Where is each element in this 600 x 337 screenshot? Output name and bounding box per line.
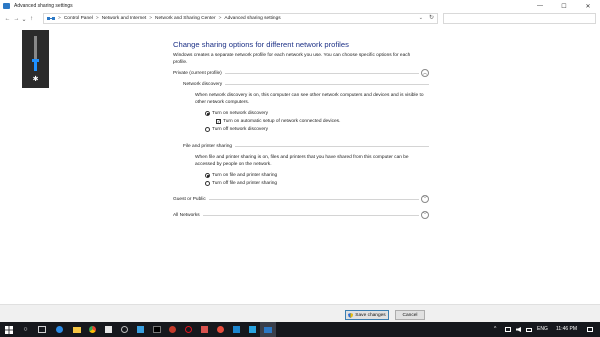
app-icon[interactable]: [136, 325, 145, 334]
app-icon[interactable]: [168, 325, 177, 334]
terminal-icon[interactable]: [152, 325, 161, 334]
auto-setup-label: Turn on automatic setup of network conne…: [223, 119, 341, 124]
network-tray-icon[interactable]: [503, 325, 512, 334]
breadcrumb-separator: >: [218, 16, 222, 21]
file-sharing-on-radio[interactable]: [205, 173, 210, 178]
breadcrumb-control-panel[interactable]: Control Panel: [64, 16, 93, 21]
speaker-icon[interactable]: ✱: [32, 76, 39, 83]
store-icon[interactable]: [104, 325, 113, 334]
language-indicator[interactable]: ENG: [537, 326, 548, 332]
taskbar: ○ ^ ENG 11:46 PM: [0, 322, 600, 337]
network-discovery-label: Network discovery: [183, 81, 223, 87]
volume-slider[interactable]: [32, 36, 39, 71]
guest-profile-header[interactable]: Guest or Public ﹀: [173, 194, 429, 204]
volume-fill: [34, 60, 37, 71]
file-explorer-icon[interactable]: [72, 325, 81, 334]
page-description: Windows creates a separate network profi…: [173, 53, 411, 65]
guest-profile-label: Guest or Public: [173, 196, 206, 202]
network-discovery-off-option[interactable]: Turn off network discovery: [205, 127, 268, 132]
control-panel-taskbar-icon[interactable]: [263, 325, 272, 334]
task-view-icon[interactable]: [37, 325, 46, 334]
up-button[interactable]: ↑: [27, 15, 36, 24]
breadcrumb-sharing-center[interactable]: Network and Sharing Center: [155, 16, 216, 21]
auto-setup-option[interactable]: ✓ Turn on automatic setup of network con…: [216, 119, 340, 124]
chevron-down-icon[interactable]: ﹀: [421, 195, 429, 203]
volume-tray-icon[interactable]: [514, 325, 523, 334]
private-profile-label: Private (current profile): [173, 70, 222, 76]
breadcrumb-advanced-sharing[interactable]: Advanced sharing settings: [224, 16, 280, 21]
chrome-icon[interactable]: [88, 325, 97, 334]
network-discovery-off-label: Turn off network discovery: [212, 127, 268, 132]
main-content: Change sharing options for different net…: [173, 40, 433, 66]
divider: [235, 145, 429, 147]
file-sharing-on-label: Turn on file and printer sharing: [212, 173, 278, 178]
control-panel-icon: [3, 3, 10, 9]
search-icon[interactable]: ○: [21, 325, 30, 334]
address-dropdown-icon[interactable]: ⌄: [419, 15, 423, 21]
divider: [208, 198, 419, 200]
breadcrumb-separator: >: [149, 16, 153, 21]
breadcrumb-separator: >: [58, 16, 61, 21]
private-profile-header[interactable]: Private (current profile) ︿: [173, 68, 429, 78]
volume-thumb[interactable]: [32, 59, 39, 62]
network-discovery-on-radio[interactable]: [205, 111, 210, 116]
button-bar: Save changes Cancel: [0, 304, 600, 322]
uac-shield-icon: [348, 312, 354, 318]
minimize-button[interactable]: —: [528, 0, 552, 12]
all-networks-label: All Networks: [173, 212, 200, 218]
settings-gear-icon[interactable]: [120, 325, 129, 334]
network-icon: [47, 16, 55, 20]
app-icon[interactable]: [248, 325, 257, 334]
windows-icon: [4, 325, 13, 334]
save-changes-label: Save changes: [355, 312, 386, 318]
breadcrumb-separator: >: [95, 16, 99, 21]
file-sharing-off-option[interactable]: Turn off file and printer sharing: [205, 181, 277, 186]
battery-tray-icon[interactable]: [524, 325, 533, 334]
title-bar: Advanced sharing settings — ☐ ✕: [0, 0, 600, 12]
back-button[interactable]: ←: [3, 15, 12, 24]
edge-icon[interactable]: [55, 325, 64, 334]
auto-setup-checkbox[interactable]: ✓: [216, 119, 221, 124]
app-icon[interactable]: [200, 325, 209, 334]
close-button[interactable]: ✕: [576, 0, 600, 12]
opera-icon[interactable]: [184, 325, 193, 334]
file-printer-sharing-description: When file and printer sharing is on, fil…: [195, 155, 409, 167]
cancel-button[interactable]: Cancel: [395, 310, 425, 320]
chevron-up-icon[interactable]: ︿: [421, 69, 429, 77]
window-title: Advanced sharing settings: [14, 3, 73, 9]
save-changes-button[interactable]: Save changes: [345, 310, 389, 320]
divider: [224, 72, 419, 74]
file-printer-sharing-header: File and printer sharing: [183, 142, 429, 150]
breadcrumb-network-internet[interactable]: Network and Internet: [102, 16, 147, 21]
clock[interactable]: 11:46 PM: [556, 326, 577, 332]
start-button[interactable]: [4, 325, 13, 334]
notifications-icon[interactable]: [585, 325, 594, 334]
network-discovery-on-label: Turn on network discovery: [212, 111, 269, 116]
refresh-icon[interactable]: ↻: [429, 14, 434, 21]
tray-overflow-icon[interactable]: ^: [494, 326, 496, 332]
file-sharing-off-label: Turn off file and printer sharing: [212, 181, 278, 186]
file-printer-sharing-label: File and printer sharing: [183, 143, 233, 149]
file-sharing-on-option[interactable]: Turn on file and printer sharing: [205, 173, 277, 178]
page-title: Change sharing options for different net…: [173, 40, 349, 49]
app-icon[interactable]: [216, 325, 225, 334]
file-sharing-off-radio[interactable]: [205, 181, 210, 186]
forward-button[interactable]: →: [12, 15, 21, 24]
divider: [225, 83, 429, 85]
all-networks-header[interactable]: All Networks ﹀: [173, 210, 429, 220]
network-discovery-on-option[interactable]: Turn on network discovery: [205, 111, 268, 116]
address-field[interactable]: > Control Panel > Network and Internet >…: [43, 13, 438, 24]
chevron-down-icon[interactable]: ﹀: [421, 211, 429, 219]
divider: [202, 214, 419, 216]
network-discovery-off-radio[interactable]: [205, 127, 210, 132]
maximize-button[interactable]: ☐: [552, 0, 576, 12]
network-discovery-header: Network discovery: [183, 80, 429, 88]
search-input[interactable]: [443, 13, 596, 24]
network-discovery-description: When network discovery is on, this compu…: [195, 93, 424, 105]
volume-popup: ✱: [22, 30, 49, 88]
app-icon[interactable]: [232, 325, 241, 334]
window-controls: — ☐ ✕: [528, 0, 600, 12]
